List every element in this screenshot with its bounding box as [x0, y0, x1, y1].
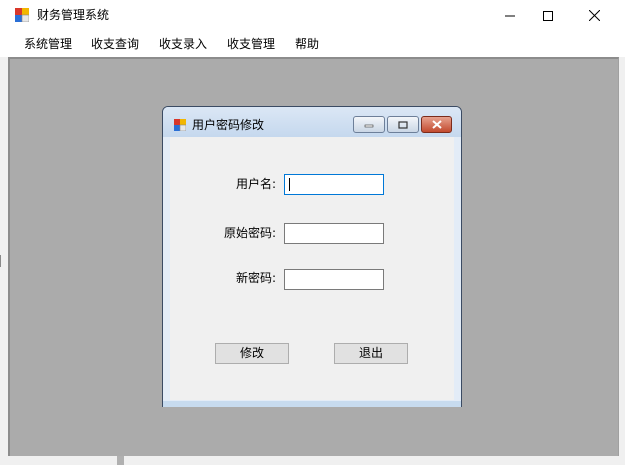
- close-icon: [431, 120, 442, 129]
- minimize-icon: [364, 124, 374, 127]
- text-caret: [289, 178, 290, 191]
- main-window: 财务管理系统 系统管理 收支查询 收支录入 收支管理 帮助 用户密码修改 用户名…: [0, 0, 625, 465]
- bottom-border: [0, 456, 625, 465]
- exit-button[interactable]: 退出: [334, 343, 408, 364]
- maximize-icon: [398, 120, 408, 129]
- app-icon: [15, 8, 29, 22]
- new-password-label: 新密码:: [235, 271, 276, 285]
- menu-help[interactable]: 帮助: [294, 35, 320, 53]
- username-input[interactable]: [284, 174, 384, 195]
- dialog-titlebar[interactable]: 用户密码修改: [163, 107, 461, 137]
- close-button[interactable]: [571, 0, 617, 31]
- close-icon: [588, 10, 600, 21]
- menu-bar: 系统管理 收支查询 收支录入 收支管理 帮助: [0, 31, 625, 58]
- bottom-border-mark: [117, 456, 124, 465]
- new-password-input[interactable]: [284, 269, 384, 290]
- old-password-label: 原始密码:: [223, 226, 276, 240]
- dialog-minimize-button[interactable]: [353, 116, 385, 133]
- dialog-close-button[interactable]: [421, 116, 452, 133]
- old-password-input[interactable]: [284, 223, 384, 244]
- username-label: 用户名:: [235, 177, 276, 191]
- maximize-icon: [543, 10, 553, 21]
- modify-button[interactable]: 修改: [215, 343, 289, 364]
- minimize-icon: [505, 15, 515, 16]
- dialog-title: 用户密码修改: [192, 118, 265, 132]
- dialog-client-area: 用户名: 原始密码: 新密码: 修改 退出: [170, 137, 454, 400]
- window-title: 财务管理系统: [37, 8, 110, 22]
- left-border-mark: [0, 255, 5, 267]
- maximize-button[interactable]: [525, 0, 571, 31]
- dialog-app-icon: [174, 119, 186, 131]
- menu-system-management[interactable]: 系统管理: [23, 35, 73, 53]
- menu-income-query[interactable]: 收支查询: [90, 35, 140, 53]
- menu-income-entry[interactable]: 收支录入: [158, 35, 208, 53]
- main-titlebar: 财务管理系统: [0, 0, 625, 31]
- menu-income-management[interactable]: 收支管理: [226, 35, 276, 53]
- dialog-maximize-button[interactable]: [387, 116, 419, 133]
- password-change-dialog: 用户密码修改 用户名: 原始密码: 新密码: 修改 退出: [162, 106, 462, 407]
- dialog-bottom-border: [163, 401, 461, 407]
